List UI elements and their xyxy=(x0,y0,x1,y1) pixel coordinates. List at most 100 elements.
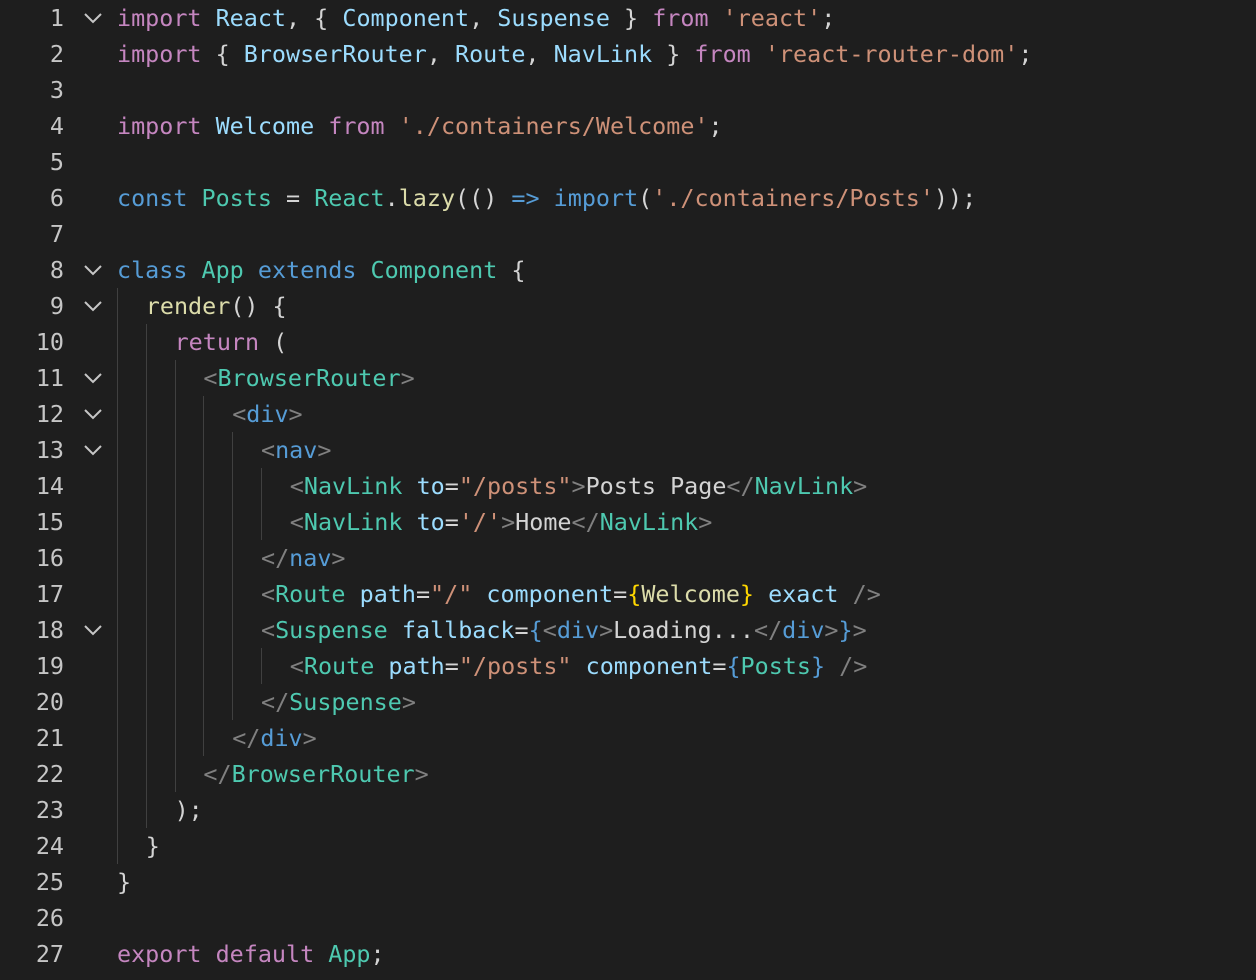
line-number[interactable]: 16 xyxy=(0,540,64,576)
chevron-down-icon[interactable] xyxy=(80,261,106,279)
code-editor[interactable]: 1 import React, { Component, Suspense } f… xyxy=(0,0,1256,980)
code-text[interactable]: <NavLink to='/'>Home</NavLink> xyxy=(290,504,713,540)
code-line[interactable]: 11 <BrowserRouter> xyxy=(0,360,1256,396)
code-line[interactable]: 3 xyxy=(0,72,1256,108)
line-number[interactable]: 6 xyxy=(0,180,64,216)
line-number[interactable]: 22 xyxy=(0,756,64,792)
line-number[interactable]: 20 xyxy=(0,684,64,720)
code-text[interactable]: </nav> xyxy=(261,540,346,576)
code-text[interactable]: render() { xyxy=(146,288,287,324)
line-number[interactable]: 5 xyxy=(0,144,64,180)
line-number[interactable]: 8 xyxy=(0,252,64,288)
indent-guide xyxy=(203,648,205,684)
code-text[interactable]: <Route path="/posts" component={Posts} /… xyxy=(290,648,868,684)
line-number[interactable]: 25 xyxy=(0,864,64,900)
code-text[interactable]: return ( xyxy=(175,324,288,360)
line-number[interactable]: 11 xyxy=(0,360,64,396)
code-line[interactable]: 20 </Suspense> xyxy=(0,684,1256,720)
code-line[interactable]: 27 export default App; xyxy=(0,936,1256,972)
code-line[interactable]: 12 <div> xyxy=(0,396,1256,432)
code-line[interactable]: 26 xyxy=(0,900,1256,936)
code-text[interactable]: <Route path="/" component={Welcome} exac… xyxy=(261,576,881,612)
code-line[interactable]: 23); xyxy=(0,792,1256,828)
code-line[interactable]: 10 return ( xyxy=(0,324,1256,360)
line-number[interactable]: 17 xyxy=(0,576,64,612)
code-text[interactable]: class App extends Component { xyxy=(117,252,525,288)
line-number[interactable]: 19 xyxy=(0,648,64,684)
line-number[interactable]: 10 xyxy=(0,324,64,360)
token-text: (() xyxy=(455,184,512,212)
code-line[interactable]: 17 <Route path="/" component={Welcome} ex… xyxy=(0,576,1256,612)
line-number[interactable]: 9 xyxy=(0,288,64,324)
line-number[interactable]: 24 xyxy=(0,828,64,864)
code-line[interactable]: 22 </BrowserRouter> xyxy=(0,756,1256,792)
code-line[interactable]: 1 import React, { Component, Suspense } f… xyxy=(0,0,1256,36)
code-line[interactable]: 13 <nav> xyxy=(0,432,1256,468)
code-text[interactable]: } xyxy=(117,864,131,900)
line-number[interactable]: 2 xyxy=(0,36,64,72)
code-text[interactable]: <BrowserRouter> xyxy=(203,360,414,396)
token-angle: > xyxy=(824,616,839,644)
code-line[interactable]: 9 render() { xyxy=(0,288,1256,324)
code-text[interactable]: } xyxy=(146,828,160,864)
chevron-down-icon[interactable] xyxy=(80,441,106,459)
code-line[interactable]: 18 <Suspense fallback={<div>Loading...</d… xyxy=(0,612,1256,648)
code-line[interactable]: 6 const Posts = React.lazy(() => import('… xyxy=(0,180,1256,216)
chevron-down-icon[interactable] xyxy=(80,405,106,423)
line-number[interactable]: 15 xyxy=(0,504,64,540)
line-number[interactable]: 1 xyxy=(0,0,64,36)
code-line[interactable]: 16 </nav> xyxy=(0,540,1256,576)
code-line[interactable]: 7 xyxy=(0,216,1256,252)
line-number[interactable]: 4 xyxy=(0,108,64,144)
code-line[interactable]: 5 xyxy=(0,144,1256,180)
indent-guide xyxy=(145,792,147,828)
code-text[interactable]: import React, { Component, Suspense } fr… xyxy=(117,0,835,36)
code-line[interactable]: 4 import Welcome from './containers/Welco… xyxy=(0,108,1256,144)
line-number[interactable]: 27 xyxy=(0,936,64,972)
indent-guide xyxy=(117,756,118,792)
line-number[interactable]: 18 xyxy=(0,612,64,648)
chevron-down-icon[interactable] xyxy=(80,621,106,639)
code-line[interactable]: 15 <NavLink to='/'>Home</NavLink> xyxy=(0,504,1256,540)
code-text[interactable]: </div> xyxy=(232,720,317,756)
token-keyword: from xyxy=(694,40,751,68)
code-text[interactable]: ); xyxy=(175,792,203,828)
line-number[interactable]: 13 xyxy=(0,432,64,468)
chevron-down-icon[interactable] xyxy=(80,9,106,27)
code-text[interactable]: import { BrowserRouter, Route, NavLink }… xyxy=(117,36,1032,72)
token-angle: > xyxy=(853,472,868,500)
code-text[interactable]: const Posts = React.lazy(() => import('.… xyxy=(117,180,976,216)
code-text[interactable]: export default App; xyxy=(117,936,385,972)
code-line[interactable]: 21 </div> xyxy=(0,720,1256,756)
indent-guide xyxy=(174,396,176,432)
code-text[interactable]: <div> xyxy=(232,396,302,432)
line-number[interactable]: 3 xyxy=(0,72,64,108)
line-number[interactable]: 23 xyxy=(0,792,64,828)
chevron-down-icon[interactable] xyxy=(80,369,106,387)
indent-guide xyxy=(232,612,234,648)
token-attr: path xyxy=(359,580,416,608)
code-text[interactable]: </BrowserRouter> xyxy=(203,756,428,792)
code-line[interactable]: 14 <NavLink to="/posts">Posts Page</NavLi… xyxy=(0,468,1256,504)
code-line[interactable]: 19 <Route path="/posts" component={Posts}… xyxy=(0,648,1256,684)
line-number[interactable]: 14 xyxy=(0,468,64,504)
indent-guide xyxy=(145,468,147,504)
code-text[interactable]: <NavLink to="/posts">Posts Page</NavLink… xyxy=(290,468,867,504)
code-line[interactable]: 24} xyxy=(0,828,1256,864)
code-line[interactable]: 2 import { BrowserRouter, Route, NavLink … xyxy=(0,36,1256,72)
code-text[interactable]: <Suspense fallback={<div>Loading...</div… xyxy=(261,612,867,648)
code-text[interactable]: <nav> xyxy=(261,432,331,468)
code-line[interactable]: 8 class App extends Component { xyxy=(0,252,1256,288)
line-number[interactable]: 26 xyxy=(0,900,64,936)
code-text[interactable]: </Suspense> xyxy=(261,684,416,720)
line-number[interactable]: 21 xyxy=(0,720,64,756)
token-text: { xyxy=(497,256,526,284)
indent-guide xyxy=(117,828,118,864)
line-number[interactable]: 12 xyxy=(0,396,64,432)
line-number[interactable]: 7 xyxy=(0,216,64,252)
chevron-down-icon[interactable] xyxy=(80,297,106,315)
code-text[interactable]: import Welcome from './containers/Welcom… xyxy=(117,108,723,144)
token-text: = xyxy=(712,652,727,680)
code-line[interactable]: 25} xyxy=(0,864,1256,900)
